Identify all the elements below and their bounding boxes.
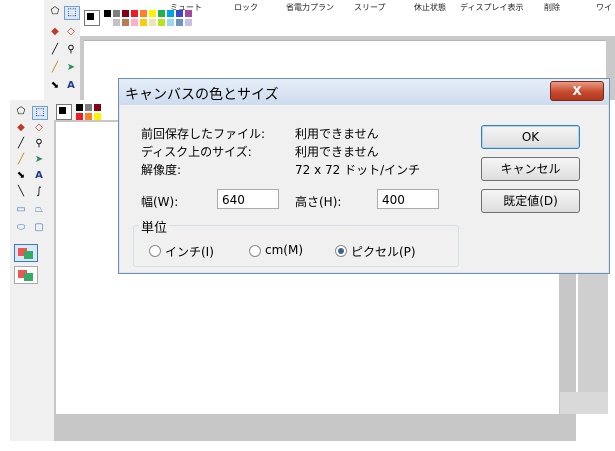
default-button[interactable]: 既定値(D) [481,189,580,213]
palette-swatch[interactable] [158,10,165,17]
pencil-icon[interactable]: ╱ [14,154,28,166]
polygon-icon[interactable]: ⏢ [32,204,46,216]
palette-swatch[interactable] [76,113,83,120]
palette-swatch[interactable] [94,104,101,111]
palette-swatch[interactable] [167,19,174,26]
palette-swatch[interactable] [113,10,120,17]
palette-swatch[interactable] [122,10,129,17]
back-color-palette[interactable] [84,6,254,36]
brush-icon[interactable]: ➤ [64,62,78,74]
menu-item[interactable]: 省電力プラン [286,2,334,13]
resolution-value: 72 x 72 ドット/インチ [295,163,421,177]
eyedropper-icon[interactable]: ╱ [14,138,28,150]
airbrush-icon[interactable]: ⬊ [48,80,62,92]
menu-item[interactable]: ロック [234,2,258,13]
cancel-button[interactable]: キャンセル [481,157,580,181]
color-icon[interactable] [14,244,38,262]
ellipse-icon[interactable]: ⬭ [14,222,28,234]
color-icon[interactable] [14,266,38,284]
menu-item[interactable]: ミュート [170,2,202,13]
last-saved-value: 利用できません [295,127,379,141]
ok-button[interactable]: OK [481,125,580,149]
menu-item[interactable]: 休止状態 [414,2,446,13]
height-label: 高さ(H): [295,195,342,209]
width-input[interactable]: 640 [217,189,279,209]
canvas-bottom-edge [56,410,559,414]
disk-size-label: ディスク上のサイズ: [141,145,252,159]
foreground-color [59,107,66,114]
curve-icon[interactable]: ∫ [32,186,46,198]
width-label: 幅(W): [141,195,179,209]
palette-swatch[interactable] [131,10,138,17]
text-icon[interactable]: A [64,80,78,92]
unit-cm-radio[interactable] [249,245,261,257]
line-icon[interactable]: ╲ [14,186,28,198]
palette-swatch[interactable] [185,19,192,26]
dialog-title: キャンバスの色とサイズ [125,87,279,103]
palette-swatch[interactable] [104,19,111,26]
last-saved-label: 前回保存したファイル: [141,127,266,141]
palette-swatch[interactable] [76,104,83,111]
unit-pixel-radio[interactable] [335,245,347,257]
text-icon[interactable]: A [32,170,46,182]
palette-swatch[interactable] [104,10,111,17]
menu-item[interactable]: 削除 [544,2,560,13]
palette-swatch[interactable] [140,10,147,17]
disk-size-value: 利用できません [295,145,379,159]
palette-swatch[interactable] [140,19,147,26]
unit-pixel-label[interactable]: ピクセル(P) [351,243,416,260]
menu-item[interactable]: ディスプレイ表示 [460,2,523,13]
palette-swatch[interactable] [149,19,156,26]
unit-group-label: 単位 [139,217,170,236]
select-icon[interactable]: ⬠ [14,106,28,118]
height-input[interactable]: 400 [377,189,439,209]
palette-swatch[interactable] [149,10,156,17]
window-shadow [560,392,608,414]
fill-icon[interactable]: ◇ [64,26,78,38]
palette-swatch[interactable] [158,19,165,26]
rectangle-icon[interactable]: ▭ [14,204,28,216]
dialog-title-bar[interactable]: キャンバスの色とサイズ X [119,79,609,105]
resolution-label: 解像度: [141,163,182,177]
menu-item[interactable]: ワイ [596,2,612,13]
rect-select-icon[interactable]: ⬚ [64,6,80,20]
palette-swatch[interactable] [176,19,183,26]
close-button[interactable]: X [550,81,604,101]
eraser-icon[interactable]: ◆ [48,26,62,38]
brush-icon[interactable]: ➤ [32,154,46,166]
magnifier-icon[interactable]: ⚲ [64,44,78,56]
magnifier-icon[interactable]: ⚲ [32,138,46,150]
fill-icon[interactable]: ◇ [32,122,46,134]
menu-item[interactable]: スリープ [354,2,386,13]
palette-swatch[interactable] [85,104,92,111]
palette-swatch[interactable] [85,113,92,120]
airbrush-icon[interactable]: ⬊ [14,170,28,182]
eyedropper-icon[interactable]: ╱ [48,44,62,56]
palette-swatch[interactable] [94,113,101,120]
rect-select-icon[interactable]: ⬚ [32,106,48,120]
eraser-icon[interactable]: ◆ [14,122,28,134]
palette-swatch[interactable] [113,19,120,26]
unit-inch-radio[interactable] [149,245,161,257]
palette-swatch[interactable] [131,19,138,26]
select-icon[interactable]: ⬠ [48,6,62,18]
canvas-color-size-dialog: キャンバスの色とサイズ X 前回保存したファイル: 利用できません ディスク上の… [118,78,610,274]
front-color-palette[interactable] [56,104,126,128]
pencil-icon[interactable]: ╱ [48,62,62,74]
palette-swatch[interactable] [122,19,129,26]
unit-inch-label[interactable]: インチ(I) [165,243,214,260]
rounded-rect-icon[interactable]: ▢ [32,222,46,234]
unit-cm-label[interactable]: cm(M) [265,243,303,257]
foreground-color [87,13,94,20]
front-toolbox: ⬠ ⬚ ◆ ◇ ╱ ⚲ ╱ ➤ ⬊ A ╲ ∫ ▭ ⏢ ⬭ ▢ [10,100,54,441]
dialog-body: 前回保存したファイル: 利用できません ディスク上のサイズ: 利用できません 解… [125,105,603,271]
